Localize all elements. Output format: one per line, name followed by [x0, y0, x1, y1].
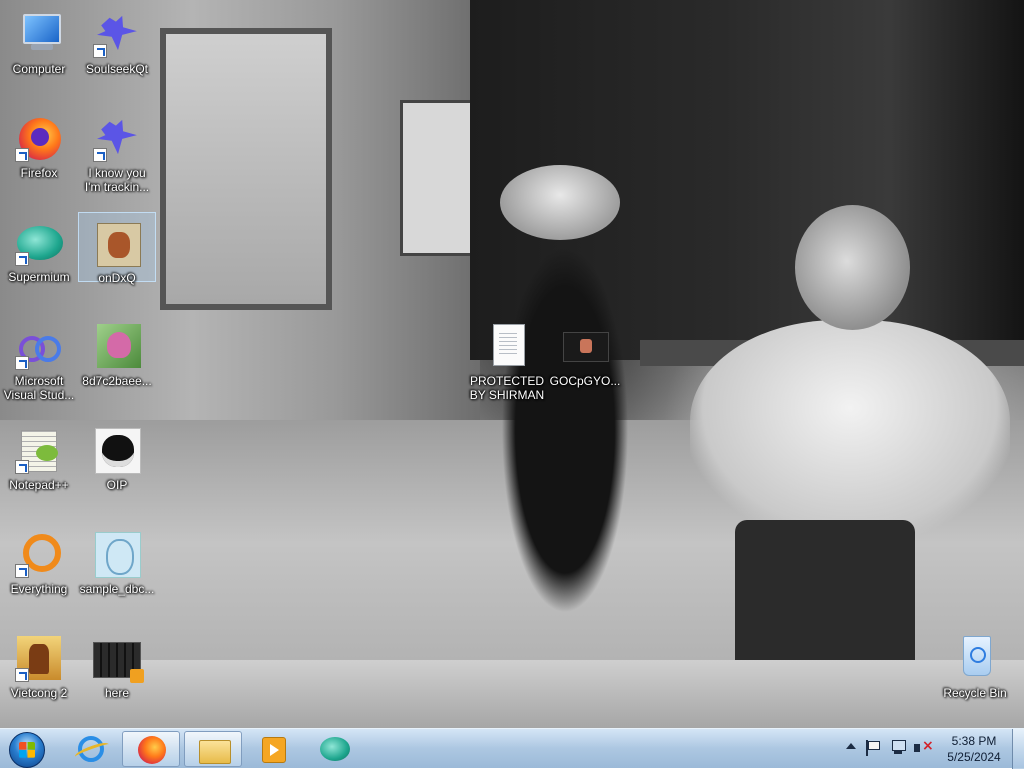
video-thumbnail-icon: [561, 322, 609, 370]
show-hidden-icons-chevron-icon[interactable]: [846, 743, 856, 749]
desktop-icon-oip[interactable]: OIP: [78, 420, 156, 516]
everything-search-icon: [15, 530, 63, 578]
shortcut-arrow-icon: [15, 252, 29, 266]
shortcut-arrow-icon: [93, 44, 107, 58]
desktop-icon-supermium[interactable]: Supermium: [0, 212, 78, 308]
recycle-bin-icon: [951, 634, 999, 682]
taskbar-button-internet-explorer[interactable]: [62, 731, 120, 767]
action-center-flag-icon[interactable]: [866, 740, 880, 756]
text-document-icon: [483, 322, 531, 370]
notepadpp-icon: [15, 426, 63, 474]
wallpaper-poster: [400, 100, 476, 256]
desktop-icon-label: Notepad++: [9, 478, 69, 492]
desktop-icon-label: sample_dbc...: [79, 582, 155, 596]
desktop-icon-everything[interactable]: Everything: [0, 524, 78, 620]
taskbar: 5:38 PM 5/25/2024: [0, 728, 1024, 769]
desktop-icon-label: OIP: [106, 478, 128, 492]
soulseek-bird-icon: [93, 10, 141, 58]
shortcut-arrow-icon: [15, 460, 29, 474]
desktop-icon-gocpgyo[interactable]: GOCpGYO...: [546, 316, 624, 412]
desktop-icon-label: here: [104, 686, 130, 700]
desktop-icon-here[interactable]: here: [78, 628, 156, 724]
internet-explorer-icon: [78, 736, 104, 762]
taskbar-button-file-explorer[interactable]: [184, 731, 242, 767]
desktop-icon-vietcong-2[interactable]: Vietcong 2: [0, 628, 78, 724]
desktop[interactable]: Computer SoulseekQt Firefox I know you I…: [0, 0, 1024, 728]
computer-icon: [15, 10, 63, 58]
supermium-icon: [15, 218, 63, 266]
desktop-icon-i-know-you[interactable]: I know you I'm trackin...: [78, 108, 156, 204]
desktop-icon-label: Firefox: [20, 166, 58, 180]
image-thumbnail-icon: [93, 426, 141, 474]
supermium-icon: [320, 737, 350, 761]
windows-start-orb-icon: [9, 732, 45, 768]
shortcut-arrow-icon: [15, 148, 29, 162]
desktop-icon-label: GOCpGYO...: [549, 374, 621, 388]
desktop-icon-label: Computer: [12, 62, 66, 76]
desktop-icon-notepadpp[interactable]: Notepad++: [0, 420, 78, 516]
desktop-icon-label: onDxQ: [98, 271, 136, 285]
firefox-icon: [15, 114, 63, 162]
desktop-icon-computer[interactable]: Computer: [0, 4, 78, 100]
desktop-icon-firefox[interactable]: Firefox: [0, 108, 78, 204]
desktop-icon-label: I know you I'm trackin...: [84, 166, 150, 194]
clock[interactable]: 5:38 PM 5/25/2024: [938, 733, 1010, 765]
shortcut-arrow-icon: [15, 668, 29, 682]
ondxq-image-icon: [93, 219, 141, 267]
desktop-icon-protected-by-shirman[interactable]: PROTECTED BY SHIRMAN: [468, 316, 546, 412]
desktop-icon-8d7c2baee[interactable]: 8d7c2baee...: [78, 316, 156, 412]
wallpaper-child-back: [690, 320, 1010, 540]
visual-studio-icon: [15, 322, 63, 370]
media-player-icon: [262, 737, 286, 763]
shortcut-arrow-icon: [15, 356, 29, 370]
taskbar-button-supermium[interactable]: [306, 731, 364, 767]
desktop-icon-ondxq[interactable]: onDxQ: [78, 212, 156, 285]
desktop-icon-label: PROTECTED BY SHIRMAN: [469, 374, 545, 402]
taskbar-button-firefox[interactable]: [122, 731, 180, 767]
folder-icon: [199, 740, 231, 764]
shortcut-arrow-icon: [15, 564, 29, 578]
network-icon[interactable]: [890, 740, 906, 756]
wallpaper-child-hat: [500, 165, 620, 240]
video-file-icon: [93, 634, 144, 683]
desktop-icon-label: Vietcong 2: [10, 686, 68, 700]
desktop-icon-sample-dbc[interactable]: sample_dbc...: [78, 524, 156, 620]
desktop-icon-recycle-bin[interactable]: Recycle Bin: [936, 628, 1014, 724]
image-thumbnail-icon: [93, 322, 141, 370]
shortcut-arrow-icon: [93, 148, 107, 162]
desktop-icon-label: 8d7c2baee...: [82, 374, 152, 388]
start-button[interactable]: [4, 730, 48, 768]
firefox-icon: [138, 736, 166, 764]
desktop-icon-soulseekqt[interactable]: SoulseekQt: [78, 4, 156, 100]
desktop-icon-visual-studio[interactable]: Microsoft Visual Stud...: [0, 316, 78, 412]
wallpaper-child-head: [795, 205, 910, 330]
desktop-icon-label: Supermium: [8, 270, 70, 284]
volume-muted-icon[interactable]: [914, 738, 934, 756]
desktop-icon-label: SoulseekQt: [85, 62, 149, 76]
wallpaper-shop-window: [160, 28, 332, 310]
clock-date: 5/25/2024: [947, 750, 1001, 764]
show-desktop-button[interactable]: [1012, 729, 1024, 769]
clock-time: 5:38 PM: [951, 734, 997, 748]
desktop-icon-label: Microsoft Visual Stud...: [3, 374, 75, 402]
desktop-icon-label: Recycle Bin: [943, 686, 1007, 700]
taskbar-button-media-player[interactable]: [244, 731, 302, 767]
soulseek-bird-icon: [93, 114, 141, 162]
wallpaper-child-dark: [470, 170, 660, 690]
desktop-icon-label: Everything: [10, 582, 68, 596]
vietcong-game-icon: [15, 634, 63, 682]
image-thumbnail-icon: [93, 530, 141, 578]
